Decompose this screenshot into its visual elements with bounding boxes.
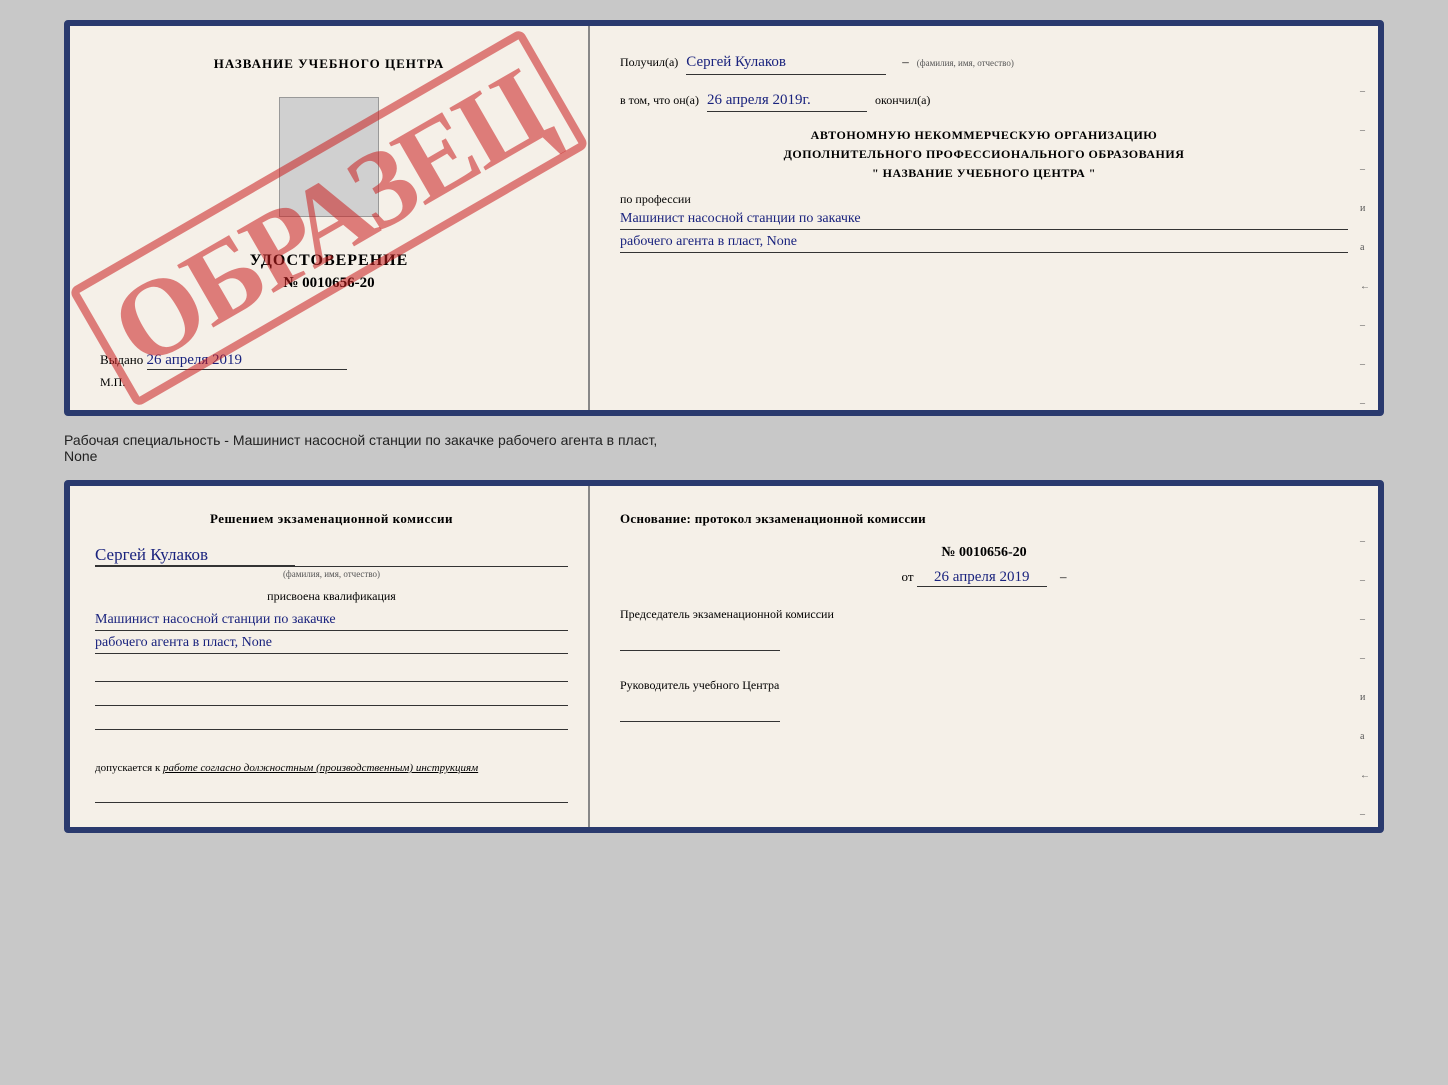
blank-line-dopusk xyxy=(95,783,568,803)
proto-date-prefix: от xyxy=(901,569,913,584)
cert-top-right: Получил(а) Сергей Кулаков – (фамилия, им… xyxy=(590,26,1378,410)
bottom-name-value: Сергей Кулаков xyxy=(95,545,295,566)
cert-bottom-right: Основание: протокол экзаменационной коми… xyxy=(590,486,1378,827)
dopusk-value: работе согласно должностным (производств… xyxy=(163,762,478,774)
cert-top-title: НАЗВАНИЕ УЧЕБНОГО ЦЕНТРА xyxy=(214,56,445,72)
blank-line-3 xyxy=(95,710,568,730)
cert-number: № 0010656-20 xyxy=(283,275,374,292)
poluchil-value: Сергей Кулаков xyxy=(686,51,886,75)
osnov-title: Основание: протокол экзаменационной коми… xyxy=(620,511,1348,527)
separator-line2: None xyxy=(64,448,1384,464)
rukovoditel-sign-line xyxy=(620,702,1348,727)
org-line1: АВТОНОМНУЮ НЕКОММЕРЧЕСКУЮ ОРГАНИЗАЦИЮ xyxy=(620,126,1348,145)
vydano-date: 26 апреля 2019 xyxy=(147,352,347,370)
cert-bottom-left: Решением экзаменационной комиссии Сергей… xyxy=(70,486,590,827)
right-dashes-top: – – – и а ← – – – xyxy=(1360,86,1370,409)
blank-line-1 xyxy=(95,662,568,682)
profession-line2-top: рабочего агента в пласт, None xyxy=(620,234,1348,253)
rukovoditel-sign xyxy=(620,702,780,722)
proto-number: № 0010656-20 xyxy=(620,545,1348,561)
photo-placeholder xyxy=(279,97,379,217)
po-professii: по профессии xyxy=(620,192,1348,207)
prisvoena-label: присвоена квалификация xyxy=(95,589,568,604)
org-line2: ДОПОЛНИТЕЛЬНОГО ПРОФЕССИОНАЛЬНОГО ОБРАЗО… xyxy=(620,145,1348,164)
vtom-label: в том, что он(а) xyxy=(620,91,699,109)
proto-date-line: от 26 апреля 2019 – xyxy=(620,569,1348,587)
blank-lines-bottom xyxy=(95,662,568,730)
rukovoditel-block: Руководитель учебного Центра xyxy=(620,676,1348,727)
predsedatel-sign-line xyxy=(620,631,1348,656)
vydano-line: Выдано 26 апреля 2019 xyxy=(100,352,347,370)
rukovoditel-title: Руководитель учебного Центра xyxy=(620,676,1348,694)
predsedatel-sign xyxy=(620,631,780,651)
vtom-date: 26 апреля 2019г. xyxy=(707,89,867,113)
komissia-title: Решением экзаменационной комиссии xyxy=(95,511,568,527)
blank-line-2 xyxy=(95,686,568,706)
bottom-fio-hint: (фамилия, имя, отчество) xyxy=(95,566,568,579)
separator-text: Рабочая специальность - Машинист насосно… xyxy=(64,428,1384,468)
certificate-top: НАЗВАНИЕ УЧЕБНОГО ЦЕНТРА УДОСТОВЕРЕНИЕ №… xyxy=(64,20,1384,416)
okonchil-label: окончил(а) xyxy=(875,91,930,109)
cert-top-left: НАЗВАНИЕ УЧЕБНОГО ЦЕНТРА УДОСТОВЕРЕНИЕ №… xyxy=(70,26,590,410)
dopusk-label: допускается к xyxy=(95,762,160,774)
dopuskaetsya-block: допускается к работе согласно должностны… xyxy=(95,760,568,777)
predsedatel-block: Председатель экзаменационной комиссии xyxy=(620,605,1348,656)
org-line3: " НАЗВАНИЕ УЧЕБНОГО ЦЕНТРА " xyxy=(620,164,1348,183)
fio-hint-top: (фамилия, имя, отчество) xyxy=(917,57,1014,71)
profession-line2-bottom: рабочего агента в пласт, None xyxy=(95,635,568,654)
udostoverenie-label: УДОСТОВЕРЕНИЕ xyxy=(250,252,409,270)
profession-line1-top: Машинист насосной станции по закачке xyxy=(620,211,1348,230)
certificate-bottom: Решением экзаменационной комиссии Сергей… xyxy=(64,480,1384,833)
vtom-row: в том, что он(а) 26 апреля 2019г. окончи… xyxy=(620,89,1348,113)
profession-line1-bottom: Машинист насосной станции по закачке xyxy=(95,612,568,631)
mp-label: М.П. xyxy=(100,375,125,390)
bottom-name-field: Сергей Кулаков (фамилия, имя, отчество) xyxy=(95,545,568,579)
separator-line1: Рабочая специальность - Машинист насосно… xyxy=(64,432,1384,448)
watermark-obrazec: ОБРАЗЕЦ xyxy=(68,28,589,407)
predsedatel-title: Председатель экзаменационной комиссии xyxy=(620,605,1348,623)
poluchil-label: Получил(а) xyxy=(620,53,678,71)
proto-date-value: 26 апреля 2019 xyxy=(917,569,1047,587)
org-block: АВТОНОМНУЮ НЕКОММЕРЧЕСКУЮ ОРГАНИЗАЦИЮ ДО… xyxy=(620,126,1348,184)
poluchil-row: Получил(а) Сергей Кулаков – (фамилия, им… xyxy=(620,51,1348,75)
vydano-label: Выдано xyxy=(100,352,143,367)
right-dashes-bottom: – – – – и а ← – – – – – xyxy=(1360,536,1370,833)
